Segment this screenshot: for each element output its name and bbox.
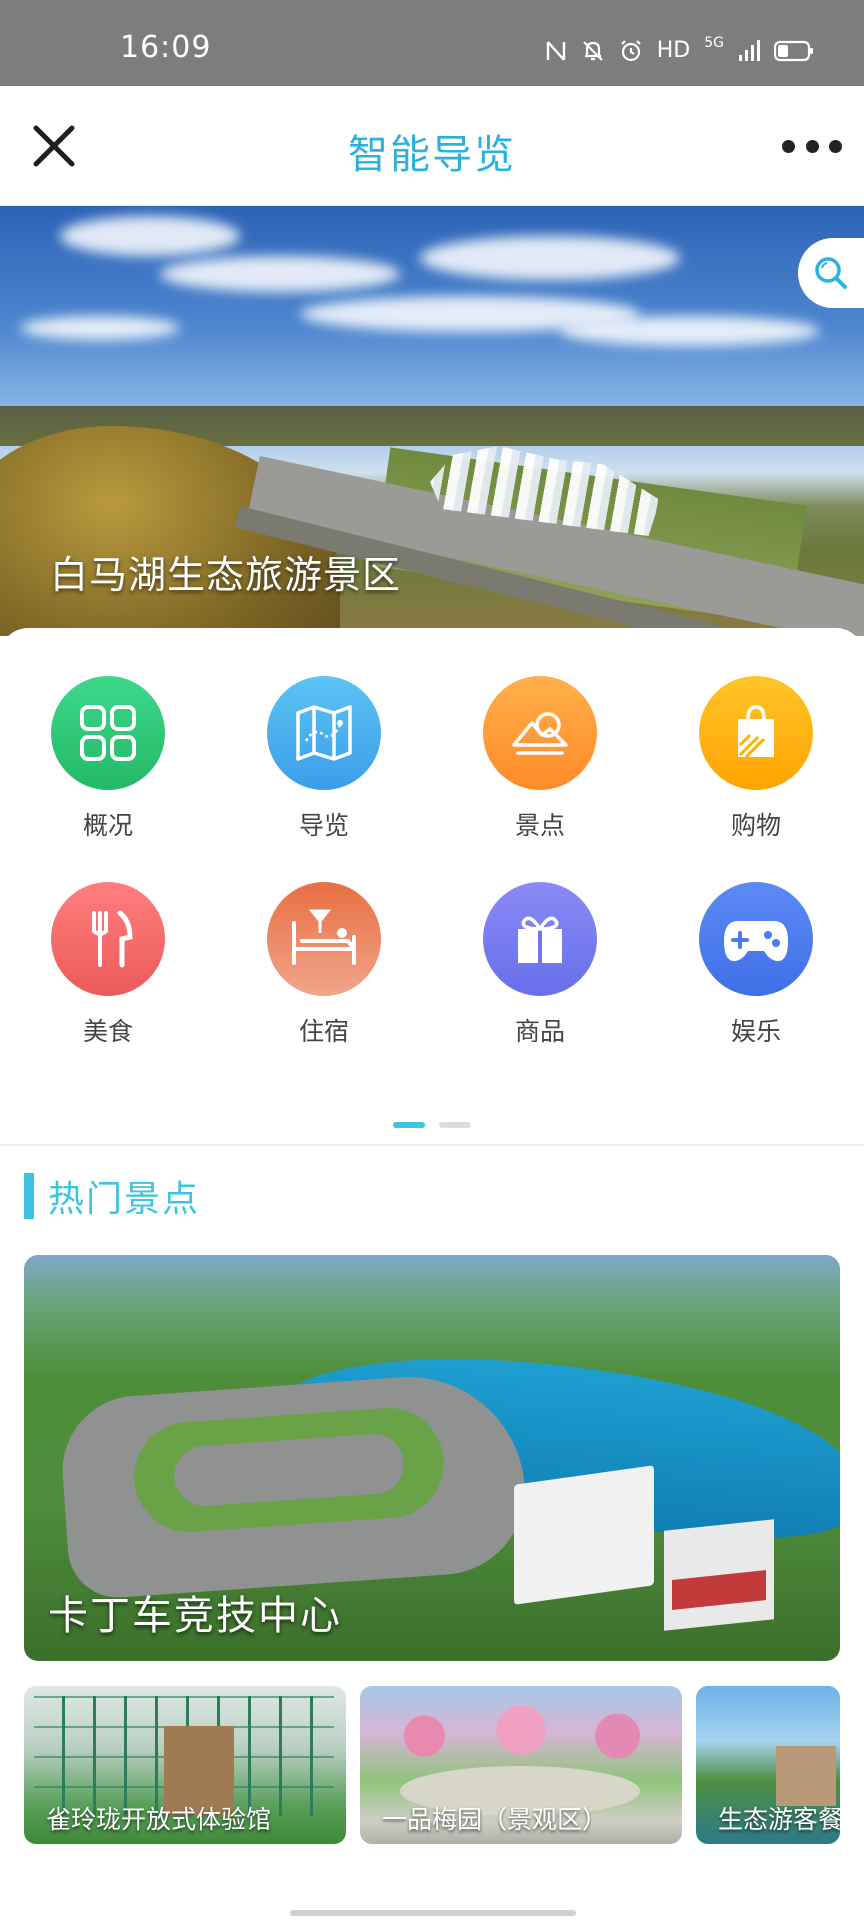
menu-item-overview[interactable]: 概况	[0, 676, 216, 842]
attraction-card[interactable]: 雀玲珑开放式体验馆	[24, 1686, 346, 1844]
menu-label: 概况	[82, 811, 133, 840]
fork-knife-icon	[51, 882, 165, 996]
bed-icon	[267, 882, 381, 996]
menu-panel: 概况 导览 景点 购物 美食 住宿 商品 娱乐	[0, 628, 864, 1148]
attraction-card[interactable]: 一品梅园（景观区）	[360, 1686, 682, 1844]
status-time: 16:09	[120, 30, 212, 65]
shopping-bag-icon	[699, 676, 813, 790]
featured-caption: 卡丁车竞技中心	[48, 1593, 342, 1639]
status-icons: HD 5G	[545, 34, 814, 63]
menu-label: 景点	[514, 811, 565, 840]
menu-label: 娱乐	[730, 1017, 781, 1046]
map-icon	[267, 676, 381, 790]
grid-icon	[51, 676, 165, 790]
nav-header: 智能导览	[0, 86, 864, 206]
net-gen-label: 5G	[704, 34, 724, 51]
page-title: 智能导览	[348, 132, 516, 178]
section-title-text: 热门景点	[48, 1179, 201, 1220]
attraction-caption: 雀玲珑开放式体验馆	[46, 1805, 272, 1834]
menu-label: 住宿	[298, 1017, 349, 1046]
menu-item-lodging[interactable]: 住宿	[216, 882, 432, 1048]
hero-banner[interactable]: 白马湖生态旅游景区	[0, 206, 864, 636]
menu-grid: 概况 导览 景点 购物 美食 住宿 商品 娱乐	[0, 676, 864, 1048]
attraction-caption: 生态游客餐	[718, 1805, 840, 1834]
menu-item-guide[interactable]: 导览	[216, 676, 432, 842]
featured-attraction-card[interactable]: 卡丁车竞技中心	[24, 1255, 840, 1661]
menu-label: 购物	[730, 811, 781, 840]
section-title: 热门景点	[24, 1170, 200, 1222]
search-button[interactable]	[798, 238, 864, 308]
page-dot[interactable]	[439, 1122, 471, 1128]
section-divider	[0, 1144, 864, 1146]
menu-item-food[interactable]: 美食	[0, 882, 216, 1048]
alarm-icon	[620, 39, 641, 61]
battery-icon	[774, 40, 813, 61]
page-indicator	[0, 1122, 864, 1128]
status-bar: 16:09 HD 5G	[0, 0, 864, 86]
section-accent-bar	[24, 1173, 34, 1219]
gamepad-icon	[699, 882, 813, 996]
mute-bell-icon	[582, 40, 603, 61]
gift-icon	[483, 882, 597, 996]
page-dot-active[interactable]	[393, 1122, 425, 1128]
menu-item-scenery[interactable]: 景点	[432, 676, 648, 842]
menu-label: 导览	[298, 811, 349, 840]
scenery-icon	[483, 676, 597, 790]
menu-item-goods[interactable]: 商品	[432, 882, 648, 1048]
hero-caption: 白马湖生态旅游景区	[50, 553, 402, 597]
app-frame: 16:09 HD 5G 智能导览 白马湖生态旅游景区 概况 导览 景点 购物 美…	[0, 0, 864, 1920]
menu-label: 商品	[514, 1017, 565, 1046]
home-indicator[interactable]	[290, 1910, 576, 1916]
menu-item-entertainment[interactable]: 娱乐	[648, 882, 864, 1048]
signal-icon	[739, 39, 760, 61]
attraction-caption: 一品梅园（景观区）	[382, 1805, 608, 1834]
menu-label: 美食	[82, 1017, 133, 1046]
menu-item-shopping[interactable]: 购物	[648, 676, 864, 842]
attraction-card[interactable]: 生态游客餐	[696, 1686, 840, 1844]
attraction-carousel: 雀玲珑开放式体验馆 一品梅园（景观区） 生态游客餐	[24, 1686, 840, 1846]
more-menu-icon[interactable]	[782, 126, 842, 166]
nfc-icon	[546, 40, 565, 61]
hd-label: HD	[656, 38, 691, 63]
search-icon	[815, 257, 847, 289]
